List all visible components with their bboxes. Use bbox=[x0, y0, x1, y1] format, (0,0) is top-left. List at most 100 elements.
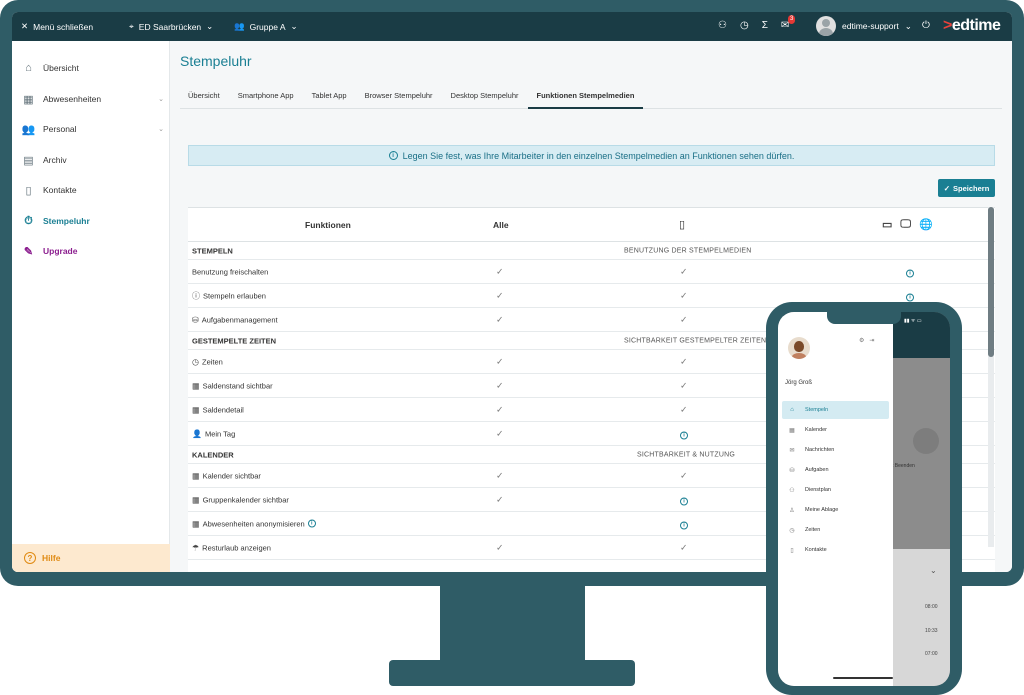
scrollbar-thumb[interactable] bbox=[988, 207, 994, 357]
mail-icon: ✉ bbox=[789, 447, 795, 454]
group-icon: 👥 bbox=[234, 21, 245, 31]
avatar bbox=[816, 16, 836, 36]
tab-smartphone-app[interactable]: Smartphone App bbox=[229, 87, 303, 109]
check-icon[interactable]: ✓ bbox=[496, 428, 504, 439]
info-icon: i bbox=[307, 519, 316, 528]
phone-nav-drawer: ⚙ ⇥ Jörg Groß ⌂ Stempeln ▦ Kalender ✉ Nachr… bbox=[778, 312, 893, 686]
drawer-item-dienstplan[interactable]: ⚇ Dienstplan bbox=[782, 481, 889, 499]
check-icon[interactable]: ✓ bbox=[496, 356, 504, 367]
person-icon: ♙ bbox=[789, 507, 795, 514]
sidebar: ⌂ Übersicht ▦ Abwesenheiten ⌄ 👥 Personal… bbox=[12, 41, 170, 572]
drawer-item-kontakte[interactable]: ▯ Kontakte bbox=[782, 541, 889, 559]
check-icon[interactable]: ✓ bbox=[680, 290, 688, 301]
close-menu-button[interactable]: ✕ Menü schließen bbox=[21, 21, 93, 32]
logout-icon[interactable]: ⇥ bbox=[869, 337, 874, 344]
chevron-down-icon: ⌄ bbox=[290, 21, 298, 31]
drawer-item-stempeln[interactable]: ⌂ Stempeln bbox=[782, 401, 889, 419]
check-icon[interactable]: ✓ bbox=[680, 380, 688, 391]
drawer-item-nachrichten[interactable]: ✉ Nachrichten bbox=[782, 441, 889, 459]
check-icon[interactable]: ✓ bbox=[496, 380, 504, 391]
home-icon: ⌂ bbox=[25, 62, 32, 74]
gear-icon[interactable]: ⚙ bbox=[859, 337, 864, 344]
location-pin-icon: ⌖ bbox=[129, 21, 134, 31]
group-selector[interactable]: 👥 Gruppe A ⌄ bbox=[234, 21, 298, 32]
check-icon[interactable]: ✓ bbox=[496, 266, 504, 277]
sigma-icon[interactable]: Σ bbox=[762, 20, 768, 31]
monitor-stand-neck bbox=[440, 583, 585, 661]
people-icon: 👥 bbox=[21, 123, 36, 136]
home-icon: ⌂ bbox=[790, 407, 794, 413]
sidebar-item-uebersicht[interactable]: ⌂ Übersicht bbox=[22, 58, 166, 78]
info-icon: i bbox=[680, 521, 688, 529]
phone-bg-card bbox=[893, 549, 950, 686]
check-icon: ✓ bbox=[943, 183, 951, 193]
contacts-icon: ▯ bbox=[790, 547, 794, 554]
tab-uebersicht[interactable]: Übersicht bbox=[180, 87, 229, 109]
user-settings-icon[interactable]: ⚇ bbox=[718, 20, 727, 31]
chevron-down-icon: ⌄ bbox=[930, 566, 937, 575]
help-button[interactable]: ? Hilfe bbox=[12, 544, 170, 572]
sidebar-item-personal[interactable]: 👥 Personal ⌄ bbox=[22, 119, 166, 139]
contacts-icon: ▯ bbox=[25, 184, 32, 197]
sidebar-item-kontakte[interactable]: ▯ Kontakte bbox=[22, 180, 166, 200]
mail-icon[interactable]: ✉ 3 bbox=[781, 15, 796, 31]
clock-icon[interactable]: ◷ bbox=[740, 20, 749, 31]
check-icon[interactable]: ✓ bbox=[680, 266, 688, 277]
table-row: Benutzung freischalten ✓ ✓ i bbox=[188, 260, 995, 284]
drawer-item-aufgaben[interactable]: ⛁ Aufgaben bbox=[782, 461, 889, 479]
drawer-user-name: Jörg Groß bbox=[785, 380, 813, 386]
power-icon[interactable]: ⏻ bbox=[922, 20, 930, 31]
person-icon: 👤 bbox=[192, 429, 202, 438]
phone-frame: ▮▮ ᯤ ▭ t Beenden ⌄ 08:00 10:33 07:00 ⚙ ⇥… bbox=[766, 302, 962, 695]
palm-tree-icon: ☂ bbox=[192, 543, 200, 552]
check-icon[interactable]: ✓ bbox=[496, 404, 504, 415]
chevron-down-icon: ⌄ bbox=[904, 20, 912, 31]
page-title: Stempeluhr bbox=[180, 53, 252, 69]
sidebar-item-abwesenheiten[interactable]: ▦ Abwesenheiten ⌄ bbox=[22, 89, 166, 109]
info-icon: i bbox=[680, 431, 688, 439]
close-icon: ✕ bbox=[21, 21, 29, 31]
check-icon[interactable]: ✓ bbox=[680, 470, 688, 481]
save-button[interactable]: ✓ Speichern bbox=[938, 179, 995, 197]
stopwatch-icon: ⏱ bbox=[24, 214, 33, 227]
drawer-item-meine-ablage[interactable]: ♙ Meine Ablage bbox=[782, 501, 889, 519]
check-icon[interactable]: ✓ bbox=[680, 542, 688, 553]
tab-funktionen-stempelmedien[interactable]: Funktionen Stempelmedien bbox=[527, 87, 644, 109]
check-icon[interactable]: ✓ bbox=[496, 470, 504, 481]
drawer-item-kalender[interactable]: ▦ Kalender bbox=[782, 421, 889, 439]
avatar bbox=[788, 337, 810, 359]
drawer-icons: ⚙ ⇥ bbox=[859, 337, 874, 344]
check-icon[interactable]: ✓ bbox=[496, 542, 504, 553]
top-bar: ✕ Menü schließen ⌖ ED Saarbrücken ⌄ 👥 Gr… bbox=[12, 12, 1012, 41]
location-selector[interactable]: ⌖ ED Saarbrücken ⌄ bbox=[129, 21, 213, 32]
sidebar-item-stempeluhr[interactable]: ⏱ Stempeluhr bbox=[22, 211, 166, 231]
archive-icon: ▤ bbox=[23, 154, 34, 167]
tab-tablet-app[interactable]: Tablet App bbox=[303, 87, 356, 109]
chevron-down-icon: ⌄ bbox=[158, 96, 164, 103]
sidebar-item-upgrade[interactable]: ✎ Upgrade bbox=[22, 241, 166, 261]
chevron-down-icon: ⌄ bbox=[158, 126, 164, 133]
table-scrollbar[interactable] bbox=[988, 207, 994, 547]
calendar-clock-icon: ▦ bbox=[192, 405, 200, 414]
check-icon[interactable]: ✓ bbox=[496, 314, 504, 325]
phone-status-icons: ▮▮ ᯤ ▭ bbox=[904, 318, 922, 324]
tablet-icon: ▭ bbox=[882, 219, 893, 231]
question-icon: ⓘ bbox=[192, 291, 200, 300]
check-icon[interactable]: ✓ bbox=[680, 356, 688, 367]
monitor-stand-base bbox=[389, 660, 635, 686]
user-menu[interactable]: edtime-support ⌄ bbox=[816, 16, 912, 36]
check-icon[interactable]: ✓ bbox=[496, 290, 504, 301]
tab-desktop-stempeluhr[interactable]: Desktop Stempeluhr bbox=[442, 87, 528, 109]
info-banner: i Legen Sie fest, was Ihre Mitarbeiter i… bbox=[188, 145, 995, 166]
calendar-clock-icon: ▦ bbox=[192, 381, 200, 390]
check-icon[interactable]: ✓ bbox=[680, 314, 688, 325]
check-icon[interactable]: ✓ bbox=[680, 404, 688, 415]
sidebar-item-archiv[interactable]: ▤ Archiv bbox=[22, 150, 166, 170]
column-header-functions: Funktionen bbox=[305, 220, 351, 230]
check-icon[interactable]: ✓ bbox=[496, 494, 504, 505]
phone-bg-button bbox=[913, 428, 939, 454]
tab-bar: Übersicht Smartphone App Tablet App Brow… bbox=[180, 87, 1002, 109]
tab-browser-stempeluhr[interactable]: Browser Stempeluhr bbox=[356, 87, 442, 109]
drawer-item-zeiten[interactable]: ◷ Zeiten bbox=[782, 521, 889, 539]
edtime-logo: >edtime bbox=[943, 17, 1001, 34]
